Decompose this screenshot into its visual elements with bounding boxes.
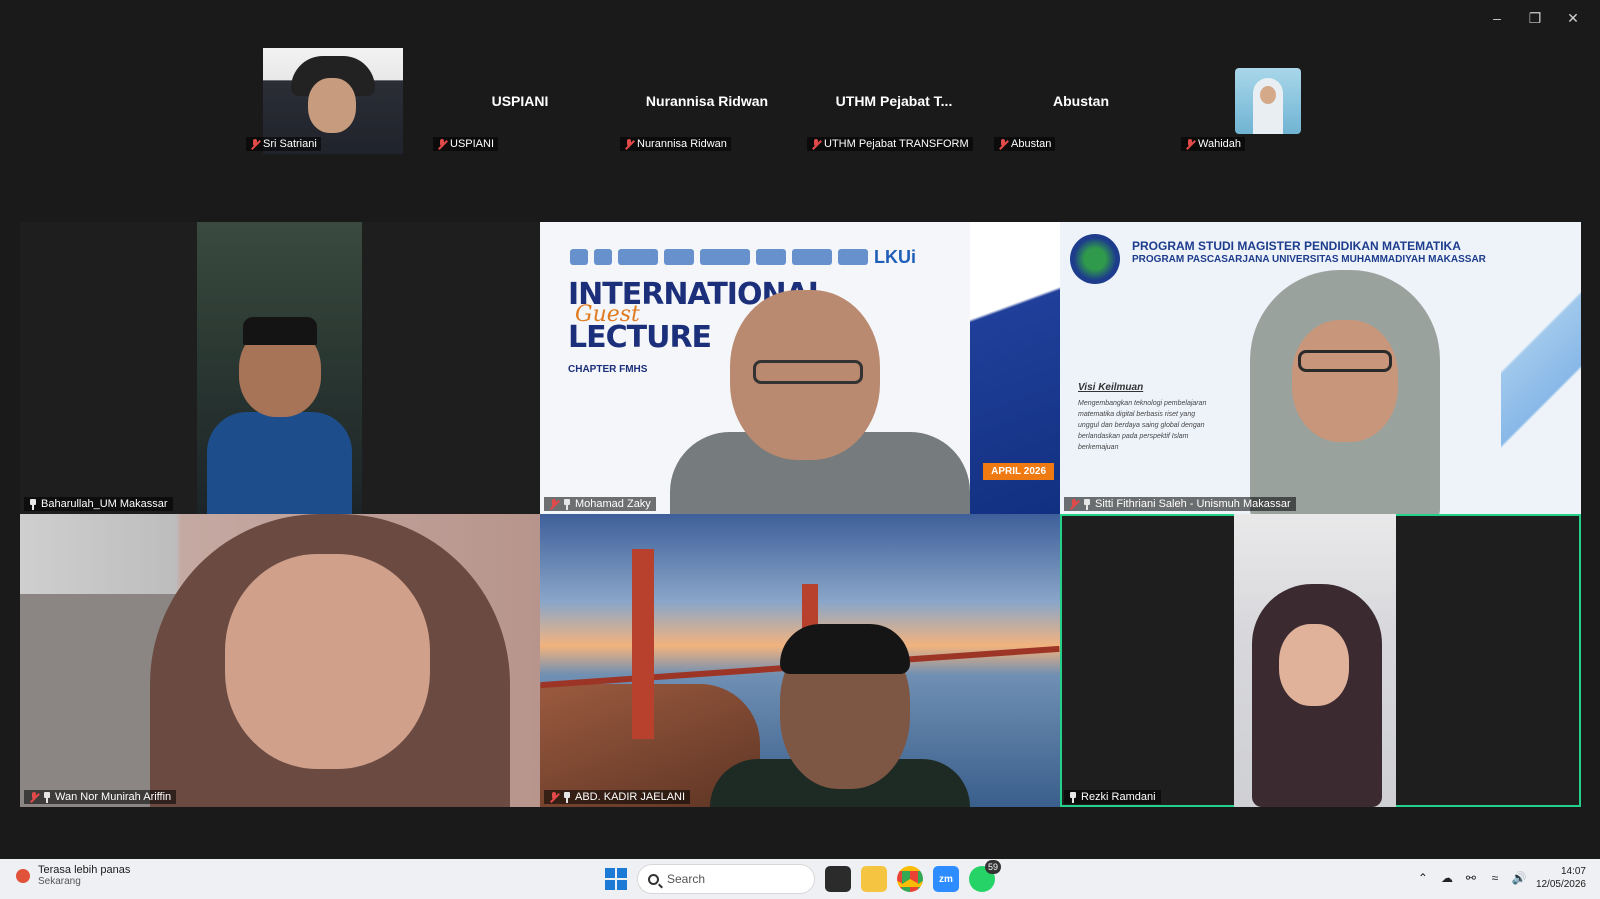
video-tile-mohamad-zaky[interactable]: LKUi INTERNATIONAL Guest LECTURE CHAPTER… bbox=[540, 222, 1060, 514]
video-tile-baharullah[interactable]: Baharullah_UM Makassar bbox=[20, 222, 540, 514]
taskbar-clock[interactable]: 14:07 12/05/2026 bbox=[1536, 865, 1586, 891]
mic-muted-icon bbox=[998, 138, 1008, 150]
participant-name-label: Rezki Ramdani bbox=[1064, 790, 1161, 804]
participant-display-name: Abustan bbox=[1053, 93, 1109, 109]
chrome-icon[interactable] bbox=[897, 866, 923, 892]
clock-date: 12/05/2026 bbox=[1535, 879, 1586, 890]
participant-name-label: Nurannisa Ridwan bbox=[620, 137, 731, 151]
video-tile-sitti-fithriani[interactable]: PROGRAM STUDI MAGISTER PENDIDIKAN MATEMA… bbox=[1060, 222, 1581, 514]
zoom-meeting-window: – ❐ ✕ Sri Satriani USPIANI USPIANI Nuran… bbox=[0, 0, 1600, 899]
pin-icon bbox=[1069, 791, 1077, 803]
mic-muted-icon bbox=[549, 498, 559, 510]
windows-taskbar: Terasa lebih panas Sekarang Search zm 59… bbox=[0, 859, 1600, 899]
participant-strip: Sri Satriani USPIANI USPIANI Nurannisa R… bbox=[240, 48, 1362, 154]
video-tile-wan-nor-munirah[interactable]: Wan Nor Munirah Ariffin bbox=[20, 514, 540, 807]
speaker-icon[interactable]: 🔊 bbox=[1511, 871, 1526, 885]
program-subheading: PROGRAM PASCASARJANA UNIVERSITAS MUHAMMA… bbox=[1132, 254, 1486, 265]
file-explorer-icon[interactable] bbox=[861, 866, 887, 892]
video-tile-abd-kadir[interactable]: ABD. KADIR JAELANI bbox=[540, 514, 1060, 807]
participant-display-name: UTHM Pejabat T... bbox=[835, 93, 953, 109]
virtual-background-program: PROGRAM STUDI MAGISTER PENDIDIKAN MATEMA… bbox=[1060, 222, 1581, 514]
pin-icon bbox=[1083, 498, 1091, 510]
participant-display-name: USPIANI bbox=[491, 93, 549, 109]
banner-title-2: LECTURE bbox=[568, 320, 712, 355]
participant-name-label: USPIANI bbox=[433, 137, 499, 151]
sponsor-logos: LKUi bbox=[570, 246, 1000, 268]
wifi-icon[interactable]: ≈ bbox=[1488, 871, 1502, 885]
participant-video bbox=[20, 514, 540, 807]
restore-icon[interactable]: ❐ bbox=[1516, 6, 1554, 30]
weather-widget[interactable]: Terasa lebih panas Sekarang bbox=[16, 864, 130, 887]
video-tile-rezki-ramdani[interactable]: Rezki Ramdani bbox=[1060, 514, 1581, 807]
participant-video bbox=[197, 222, 362, 514]
task-view-icon[interactable] bbox=[825, 866, 851, 892]
taskbar-apps: Search zm 59 bbox=[605, 860, 1001, 894]
participant-tile-uthm-pejabat[interactable]: UTHM Pejabat T... UTHM Pejabat TRANSFORM bbox=[801, 48, 987, 154]
participant-tile-nurannisa-ridwan[interactable]: Nurannisa Ridwan Nurannisa Ridwan bbox=[614, 48, 800, 154]
participant-video bbox=[1234, 514, 1396, 807]
participant-display-name: Nurannisa Ridwan bbox=[645, 93, 769, 109]
thermometer-icon bbox=[16, 868, 30, 883]
virtual-background-banner: LKUi INTERNATIONAL Guest LECTURE CHAPTER… bbox=[540, 222, 1060, 514]
participant-tile-sri-satriani[interactable]: Sri Satriani bbox=[240, 48, 426, 154]
chevron-up-icon[interactable]: ⌃ bbox=[1416, 871, 1430, 885]
mic-icon[interactable]: ⚯ bbox=[1464, 871, 1478, 885]
university-emblem-icon bbox=[1070, 234, 1120, 284]
pin-icon bbox=[563, 498, 571, 510]
mic-muted-icon bbox=[811, 138, 821, 150]
window-controls: – ❐ ✕ bbox=[1478, 6, 1592, 30]
pin-icon bbox=[563, 791, 571, 803]
visi-text: Mengembangkan teknologi pembelajaran mat… bbox=[1078, 400, 1207, 451]
mic-muted-icon bbox=[250, 138, 260, 150]
clock-time: 14:07 bbox=[1560, 866, 1586, 877]
minimize-icon[interactable]: – bbox=[1478, 6, 1516, 30]
visi-title: Visi Keilmuan bbox=[1078, 382, 1144, 393]
search-placeholder: Search bbox=[667, 872, 706, 886]
participant-tile-abustan[interactable]: Abustan Abustan bbox=[988, 48, 1174, 154]
participant-video bbox=[540, 514, 1060, 807]
participant-name-label: Wan Nor Munirah Ariffin bbox=[24, 790, 177, 804]
participant-name-label: Wahidah bbox=[1181, 137, 1246, 151]
participant-name-label: Sri Satriani bbox=[246, 137, 321, 151]
gallery-grid: Baharullah_UM Makassar LKUi INTERNATIONA… bbox=[20, 222, 1581, 807]
whatsapp-icon[interactable]: 59 bbox=[969, 860, 1001, 892]
banner-chapter: CHAPTER FMHS bbox=[568, 364, 648, 375]
participant-name-label: ABD. KADIR JAELANI bbox=[544, 790, 691, 804]
lkui-logo: LKUi bbox=[874, 246, 916, 267]
participant-name-label: Baharullah_UM Makassar bbox=[24, 497, 173, 511]
system-tray: ⌃ ☁ ⚯ ≈ 🔊 14:07 12/05/2026 bbox=[1416, 865, 1586, 891]
banner-date: APRIL 2026 bbox=[983, 463, 1054, 480]
notification-badge: 59 bbox=[984, 860, 1001, 874]
search-icon bbox=[648, 873, 659, 885]
program-heading: PROGRAM STUDI MAGISTER PENDIDIKAN MATEMA… bbox=[1132, 239, 1461, 253]
zoom-app-icon[interactable]: zm bbox=[933, 866, 959, 892]
avatar bbox=[1235, 68, 1301, 134]
pin-icon bbox=[29, 498, 37, 510]
participant-tile-uspiani[interactable]: USPIANI USPIANI bbox=[427, 48, 613, 154]
close-icon[interactable]: ✕ bbox=[1554, 6, 1592, 30]
weather-subtitle: Sekarang bbox=[38, 876, 81, 887]
mic-muted-icon bbox=[1069, 498, 1079, 510]
participant-name-label: UTHM Pejabat TRANSFORM bbox=[807, 137, 973, 151]
weather-title: Terasa lebih panas bbox=[38, 864, 131, 876]
taskbar-search-input[interactable]: Search bbox=[637, 864, 815, 894]
mic-muted-icon bbox=[437, 138, 447, 150]
pin-icon bbox=[43, 791, 51, 803]
participant-name-label: Sitti Fithriani Saleh - Unismuh Makassar bbox=[1064, 497, 1296, 511]
windows-start-icon[interactable] bbox=[605, 868, 627, 890]
participant-tile-wahidah[interactable]: Wahidah bbox=[1175, 48, 1361, 154]
participant-name-label: Mohamad Zaky bbox=[544, 497, 656, 511]
cloud-offline-icon[interactable]: ☁ bbox=[1440, 871, 1454, 885]
mic-muted-icon bbox=[1185, 138, 1195, 150]
mic-muted-icon bbox=[624, 138, 634, 150]
mic-muted-icon bbox=[549, 791, 559, 803]
mic-muted-icon bbox=[29, 791, 39, 803]
participant-name-label: Abustan bbox=[994, 137, 1056, 151]
